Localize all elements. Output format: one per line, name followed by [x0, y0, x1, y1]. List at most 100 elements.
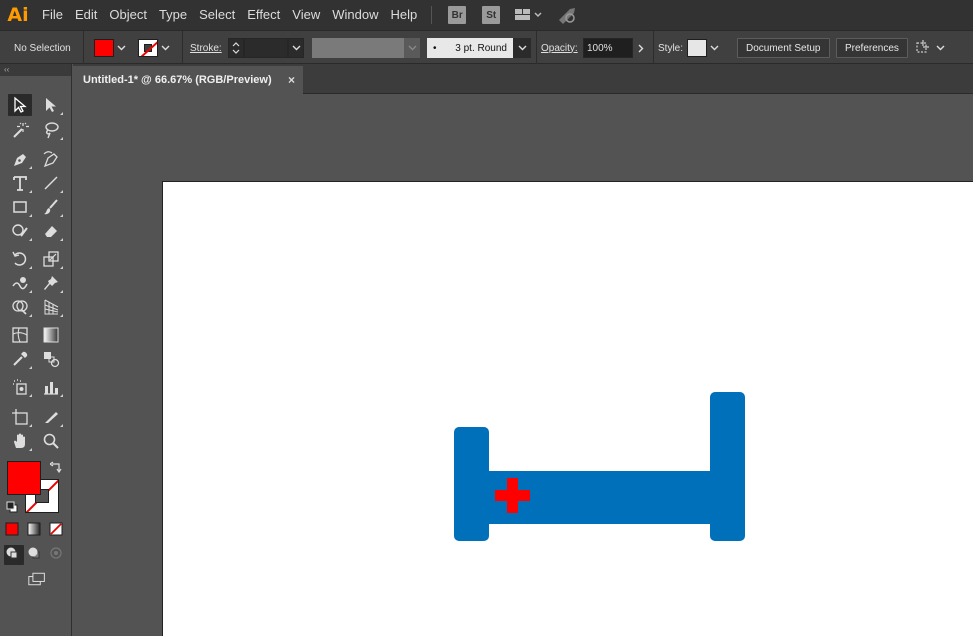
bed-shape[interactable] — [454, 392, 745, 541]
graphic-style-swatch[interactable] — [687, 39, 707, 57]
variable-width-profile[interactable] — [312, 31, 420, 65]
menu-select[interactable]: Select — [193, 0, 241, 30]
gradient-mode-button[interactable] — [26, 521, 46, 541]
opacity-value: 100% — [587, 42, 613, 54]
curvature-icon — [43, 151, 58, 168]
stroke-dropdown[interactable] — [158, 38, 172, 58]
document-setup-button[interactable]: Document Setup — [737, 38, 830, 58]
opacity-control[interactable]: 100% — [583, 31, 649, 65]
menu-edit[interactable]: Edit — [69, 0, 103, 30]
document-setup-control[interactable]: Document Setup — [737, 31, 830, 65]
gradient-fill-icon — [27, 522, 41, 536]
opacity-label[interactable]: Opacity: — [536, 31, 578, 65]
menu-object[interactable]: Object — [103, 0, 153, 30]
eraser-tool[interactable] — [39, 220, 63, 242]
opacity-input[interactable]: 100% — [583, 38, 633, 58]
variable-width-preview[interactable] — [312, 38, 404, 58]
draw-inside-button[interactable] — [48, 545, 68, 565]
fill-swatch[interactable] — [94, 39, 114, 57]
preferences-button[interactable]: Preferences — [836, 38, 908, 58]
canvas-area[interactable] — [73, 94, 973, 636]
stroke-label[interactable]: Stroke: — [182, 31, 222, 65]
shaper-icon — [12, 224, 28, 237]
gpu-performance-button[interactable] — [556, 6, 578, 24]
bridge-button[interactable]: Br — [448, 6, 467, 24]
draw-normal-button[interactable] — [4, 545, 24, 565]
fill-dropdown[interactable] — [114, 38, 128, 58]
rotate-tool[interactable] — [8, 248, 32, 270]
variable-width-dropdown[interactable] — [404, 38, 420, 58]
arrange-documents-button[interactable] — [514, 7, 544, 23]
rectangle-tool[interactable] — [8, 196, 32, 218]
menu-view[interactable]: View — [286, 0, 326, 30]
document-tab[interactable]: Untitled-1* @ 66.67% (RGB/Preview) × — [73, 66, 303, 94]
fill-color-swatch[interactable] — [7, 461, 41, 495]
stock-button[interactable]: St — [482, 6, 501, 24]
menu-bar: Ai File Edit Object Type Select Effect V… — [0, 0, 973, 30]
column-graph-tool[interactable] — [39, 376, 63, 398]
type-tool[interactable] — [8, 172, 32, 194]
none-mode-button[interactable] — [48, 521, 68, 541]
opacity-dropdown[interactable] — [633, 38, 649, 58]
graphic-style-control[interactable] — [687, 31, 721, 65]
hand-tool[interactable] — [8, 430, 32, 452]
magic-wand-tool[interactable] — [8, 119, 32, 141]
stroke-weight-input[interactable] — [244, 38, 288, 58]
menu-window[interactable]: Window — [326, 0, 384, 30]
warp-tool[interactable] — [8, 272, 32, 294]
perspective-grid-tool[interactable] — [39, 296, 63, 318]
line-segment-tool[interactable] — [39, 172, 63, 194]
brush-preview[interactable]: • 3 pt. Round — [427, 38, 513, 58]
warp-icon — [12, 277, 28, 290]
draw-behind-button[interactable] — [26, 545, 46, 565]
artwork[interactable] — [163, 182, 973, 636]
stroke-weight-stepper[interactable] — [228, 38, 244, 58]
menu-type[interactable]: Type — [153, 0, 193, 30]
arrange-control[interactable] — [914, 31, 945, 65]
eyedropper-tool[interactable] — [8, 348, 32, 370]
default-fill-stroke-button[interactable] — [6, 501, 18, 516]
slice-tool[interactable] — [39, 406, 63, 428]
graphic-style-dropdown[interactable] — [707, 38, 721, 58]
pen-tool[interactable] — [8, 148, 32, 170]
direct-selection-tool[interactable] — [39, 94, 63, 116]
puppet-warp-tool[interactable] — [39, 272, 63, 294]
lasso-tool[interactable] — [39, 119, 63, 141]
paintbrush-tool[interactable] — [39, 196, 63, 218]
close-tab-button[interactable]: × — [288, 73, 295, 87]
selection-tool[interactable] — [8, 94, 32, 116]
gradient-tool[interactable] — [39, 324, 63, 346]
menu-effect[interactable]: Effect — [241, 0, 286, 30]
shape-builder-tool[interactable] — [8, 296, 32, 318]
menu-help[interactable]: Help — [384, 0, 423, 30]
curvature-tool[interactable] — [39, 148, 63, 170]
zoom-tool[interactable] — [39, 430, 63, 452]
stroke-swatch[interactable] — [138, 39, 158, 57]
draw-normal-icon — [6, 547, 18, 559]
color-mode-button[interactable] — [4, 521, 24, 541]
chevron-down-icon — [710, 45, 718, 51]
preferences-control[interactable]: Preferences — [836, 31, 908, 65]
menu-file[interactable]: File — [36, 0, 69, 30]
blend-tool[interactable] — [39, 348, 63, 370]
default-colors-icon — [6, 501, 18, 513]
swap-fill-stroke-button[interactable] — [49, 461, 62, 476]
scale-tool[interactable] — [39, 248, 63, 270]
mesh-tool[interactable] — [8, 324, 32, 346]
artboard[interactable] — [162, 181, 973, 636]
change-screen-mode-button[interactable] — [24, 569, 50, 589]
stroke-weight-dropdown[interactable] — [288, 38, 304, 58]
fill-swatch-control[interactable] — [94, 31, 128, 65]
selection-status-label: No Selection — [14, 42, 71, 54]
stroke-weight-control[interactable] — [228, 31, 304, 65]
brush-definition[interactable]: • 3 pt. Round — [427, 31, 531, 65]
symbol-sprayer-tool[interactable] — [8, 376, 32, 398]
brush-dropdown[interactable] — [513, 38, 531, 58]
stroke-swatch-control[interactable] — [138, 31, 172, 65]
tools-panel-collapse[interactable]: ‹‹ — [0, 64, 71, 76]
shaper-tool[interactable] — [8, 220, 32, 242]
chevron-right-icon — [638, 44, 644, 52]
arrange-documents-icon — [515, 9, 542, 20]
artboard-tool[interactable] — [8, 406, 32, 428]
screen-mode-icon — [28, 572, 45, 586]
